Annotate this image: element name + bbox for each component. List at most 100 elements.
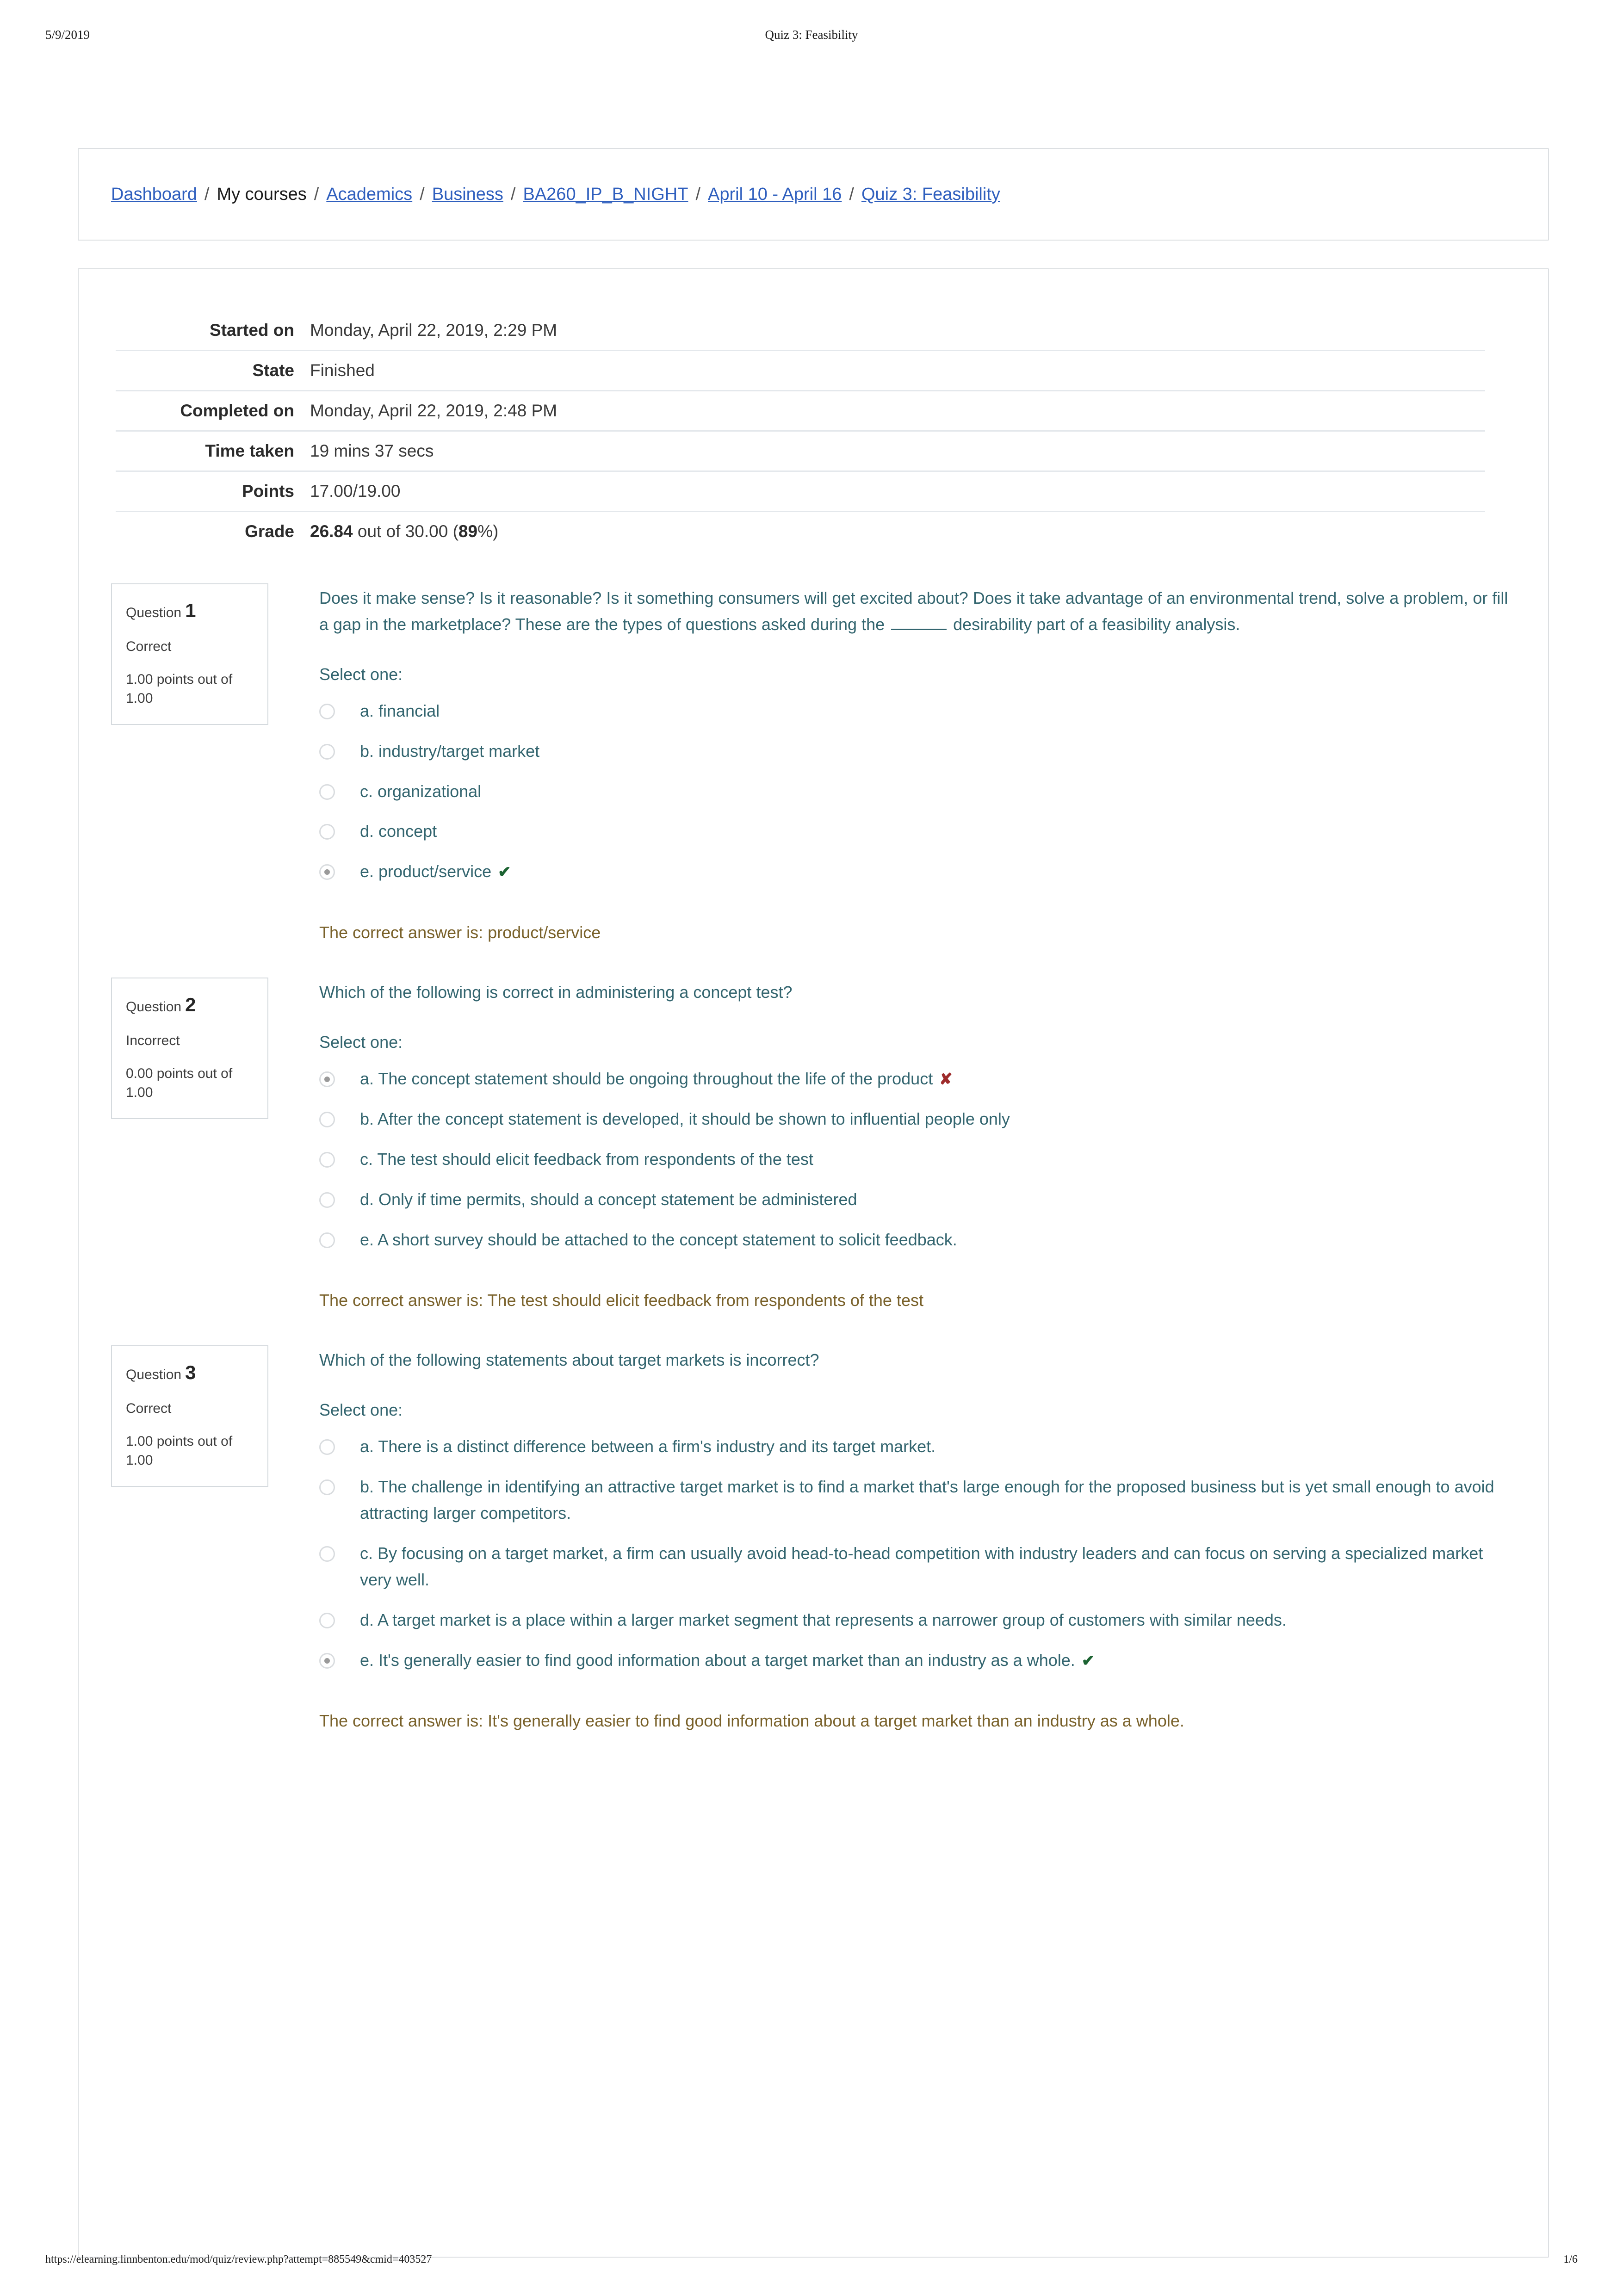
answer-option[interactable]: a. financial (319, 698, 1516, 724)
summary-row-label: State (252, 361, 294, 380)
print-footer: https://elearning.linnbenton.edu/mod/qui… (0, 2253, 1623, 2272)
select-one-label: Select one: (319, 1033, 403, 1052)
answer-option[interactable]: e. product/service ✔ (319, 859, 1516, 885)
question-word: Question (126, 1367, 182, 1383)
breadcrumb-item-quiz-3-feasibility[interactable]: Quiz 3: Feasibility (861, 185, 1000, 204)
summary-row: Completed on Monday, April 22, 2019, 2:48… (116, 391, 1485, 431)
answer-option[interactable]: b. industry/target market (319, 738, 1516, 765)
question-text: Which of the following statements about … (319, 1350, 819, 1370)
question-number: 2 (185, 994, 196, 1016)
answer-option[interactable]: e. It's generally easier to find good in… (319, 1647, 1516, 1674)
question-block: Question 3 Correct 1.00 points out of 1.00 W… (111, 1345, 1516, 1733)
question-block: Question 1 Correct 1.00 points out of 1.00 D… (111, 583, 1516, 945)
correct-check-icon: ✔ (498, 863, 511, 881)
question-block: Question 2 Incorrect 0.00 points out of 1.0… (111, 978, 1516, 1313)
question-info-box: Question 2 Incorrect 0.00 points out of 1.0… (111, 978, 268, 1119)
answer-option-label: c. organizational (360, 781, 482, 801)
print-header: 5/9/2019 Quiz 3: Feasibility (0, 28, 1623, 46)
answer-options-list: a. The concept statement should be ongoi… (319, 1066, 1516, 1253)
question-points: 0.00 points out of 1.00 (126, 1066, 233, 1100)
answer-option[interactable]: e. A short survey should be attached to … (319, 1227, 1516, 1253)
breadcrumb-separator: / (420, 184, 425, 204)
fill-in-blank (891, 616, 947, 630)
grade-score: 26.84 (310, 522, 353, 541)
answer-option-label: e. It's generally easier to find good in… (360, 1650, 1095, 1670)
answer-option-label: a. There is a distinct difference betwee… (360, 1437, 936, 1456)
answer-option[interactable]: c. The test should elicit feedback from … (319, 1146, 1516, 1173)
question-state: Incorrect (126, 1033, 180, 1049)
radio-button[interactable] (319, 703, 335, 719)
answer-option[interactable]: d. concept (319, 818, 1516, 845)
summary-row-value: 19 mins 37 secs (310, 441, 434, 460)
incorrect-cross-icon: ✘ (939, 1071, 953, 1088)
answer-option[interactable]: a. The concept statement should be ongoi… (319, 1066, 1516, 1092)
radio-button-selected[interactable] (319, 1071, 335, 1087)
print-footer-page-number: 1/6 (1563, 2253, 1578, 2265)
question-text: Does it make sense? Is it reasonable? Is… (319, 588, 1508, 634)
breadcrumb-separator: / (314, 184, 319, 204)
answer-option-label: c. By focusing on a target market, a fir… (360, 1543, 1483, 1589)
correct-answer-feedback: The correct answer is: It's generally ea… (319, 1711, 1184, 1731)
question-number-line: Question 3 (126, 1359, 255, 1386)
correct-check-icon: ✔ (1081, 1652, 1095, 1670)
answer-option[interactable]: d. A target market is a place within a l… (319, 1607, 1516, 1634)
quiz-review-panel: Started on Monday, April 22, 2019, 2:29 P… (78, 268, 1549, 2258)
answer-option-label: a. The concept statement should be ongoi… (360, 1069, 953, 1088)
radio-button[interactable] (319, 1232, 335, 1248)
answer-option-label: d. Only if time permits, should a concep… (360, 1189, 857, 1209)
breadcrumb-separator: / (510, 184, 516, 204)
radio-button[interactable] (319, 1111, 335, 1127)
question-points: 1.00 points out of 1.00 (126, 671, 233, 706)
answer-option-label: b. industry/target market (360, 741, 540, 761)
question-number: 1 (185, 600, 196, 621)
radio-button-selected[interactable] (319, 1652, 335, 1669)
answer-option[interactable]: a. There is a distinct difference betwee… (319, 1434, 1516, 1460)
summary-row-value: Finished (310, 361, 375, 380)
breadcrumb-item-academics[interactable]: Academics (326, 185, 412, 204)
question-body: Which of the following statements about … (319, 1345, 1516, 1733)
select-one-label: Select one: (319, 1400, 403, 1420)
answer-option[interactable]: c. organizational (319, 779, 1516, 805)
breadcrumb-separator: / (849, 184, 854, 204)
question-number: 3 (185, 1362, 196, 1384)
radio-button[interactable] (319, 1546, 335, 1562)
breadcrumb-separator: / (695, 184, 701, 204)
breadcrumb-panel: Dashboard / My courses / Academics / Business /… (78, 148, 1549, 241)
answer-option-label: c. The test should elicit feedback from … (360, 1149, 813, 1169)
grade-percent: 89 (458, 522, 478, 541)
summary-row-value: Monday, April 22, 2019, 2:48 PM (310, 401, 558, 420)
radio-button[interactable] (319, 1151, 335, 1168)
summary-row-label: Points (242, 482, 294, 501)
answer-option[interactable]: b. After the concept statement is develo… (319, 1106, 1516, 1133)
question-number-line: Question 1 (126, 597, 255, 624)
radio-button[interactable] (319, 743, 335, 760)
print-header-title: Quiz 3: Feasibility (765, 28, 858, 42)
breadcrumb: Dashboard / My courses / Academics / Business /… (111, 185, 1000, 204)
question-state: Correct (126, 639, 172, 655)
breadcrumb-item-business[interactable]: Business (432, 185, 503, 204)
radio-button[interactable] (319, 824, 335, 840)
answer-options-list: a. There is a distinct difference betwee… (319, 1434, 1516, 1673)
correct-answer-feedback: The correct answer is: The test should e… (319, 1291, 923, 1310)
answer-option[interactable]: c. By focusing on a target market, a fir… (319, 1541, 1516, 1593)
question-body: Which of the following is correct in adm… (319, 978, 1516, 1313)
breadcrumb-item-dashboard[interactable]: Dashboard (111, 185, 197, 204)
question-word: Question (126, 999, 182, 1015)
print-footer-url: https://elearning.linnbenton.edu/mod/qui… (45, 2253, 432, 2265)
radio-button[interactable] (319, 1192, 335, 1208)
radio-button[interactable] (319, 1612, 335, 1628)
radio-button[interactable] (319, 1479, 335, 1496)
answer-options-list: a. financial b. industry/target market c. … (319, 698, 1516, 885)
answer-option-label: e. product/service ✔ (360, 862, 511, 881)
summary-row: Started on Monday, April 22, 2019, 2:29 P… (116, 311, 1485, 351)
radio-button-selected[interactable] (319, 864, 335, 880)
radio-button[interactable] (319, 1439, 335, 1455)
breadcrumb-item-ba260-ip-b-night[interactable]: BA260_IP_B_NIGHT (523, 185, 688, 204)
breadcrumb-item-april-10-april-16[interactable]: April 10 - April 16 (708, 185, 842, 204)
summary-row-label: Completed on (180, 401, 294, 420)
answer-option[interactable]: d. Only if time permits, should a concep… (319, 1187, 1516, 1213)
summary-row: State Finished (116, 351, 1485, 391)
answer-option[interactable]: b. The challenge in identifying an attra… (319, 1474, 1516, 1527)
radio-button[interactable] (319, 784, 335, 800)
summary-row-value: Monday, April 22, 2019, 2:29 PM (310, 321, 558, 340)
